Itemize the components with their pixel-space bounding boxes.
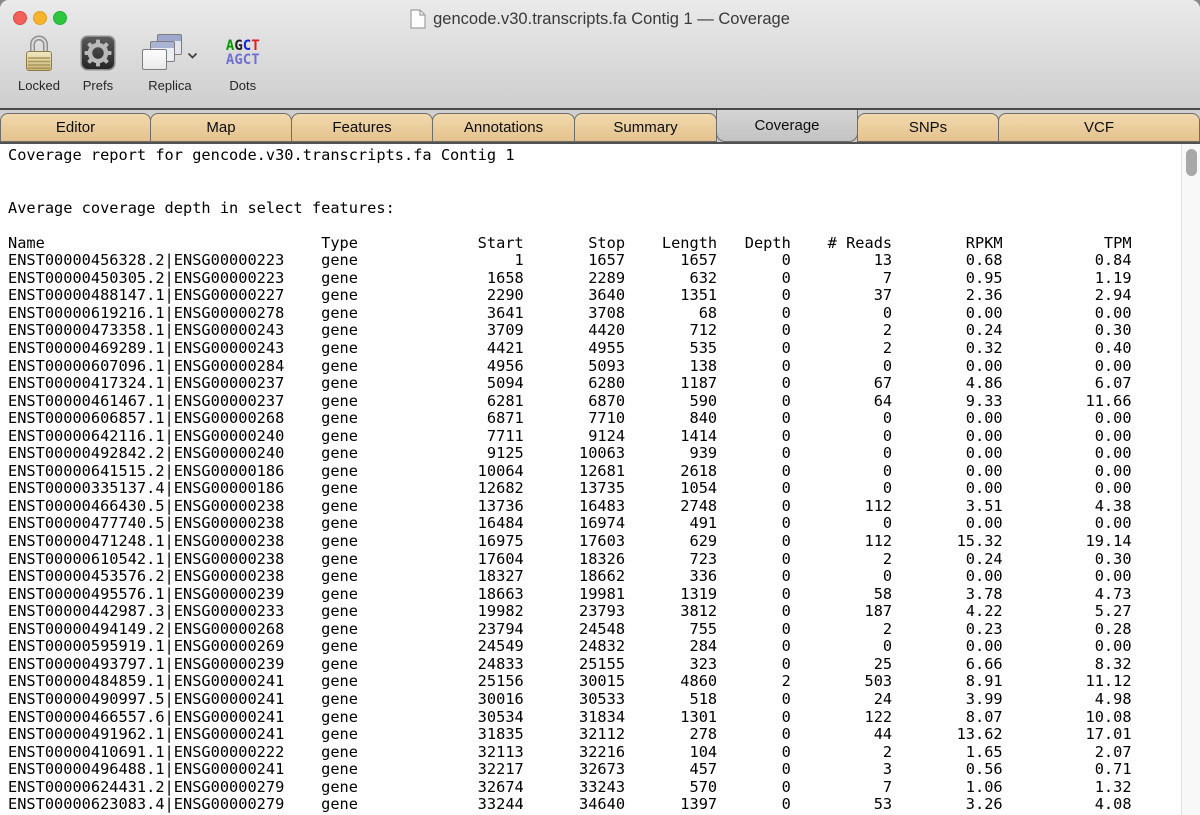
table-row: ENST00000335137.4|ENSG00000186 gene 1268… <box>8 480 1200 498</box>
tab-annotations[interactable]: Annotations <box>432 113 575 142</box>
toolbar-label: Locked <box>18 78 60 93</box>
blank-line <box>8 182 1200 200</box>
titlebar: gencode.v30.transcripts.fa Contig 1 — Co… <box>0 0 1200 30</box>
table-row: ENST00000642116.1|ENSG00000240 gene 7711… <box>8 428 1200 446</box>
table-row: ENST00000469289.1|ENSG00000243 gene 4421… <box>8 340 1200 358</box>
tab-coverage[interactable]: Coverage <box>716 110 858 142</box>
table-row: ENST00000493797.1|ENSG00000239 gene 2483… <box>8 656 1200 674</box>
toolbar: Locked <box>0 30 1200 108</box>
toolbar-label: Prefs <box>83 78 113 93</box>
table-row: ENST00000488147.1|ENSG00000227 gene 2290… <box>8 287 1200 305</box>
table-row: ENST00000623083.4|ENSG00000279 gene 3324… <box>8 796 1200 814</box>
report-title-line: Coverage report for gencode.v30.transcri… <box>8 147 1200 165</box>
toolbar-label: Dots <box>229 78 256 93</box>
app-window: gencode.v30.transcripts.fa Contig 1 — Co… <box>0 0 1200 815</box>
table-row: ENST00000624431.2|ENSG00000279 gene 3267… <box>8 779 1200 797</box>
scrollbar-thumb[interactable] <box>1186 149 1197 176</box>
table-row: ENST00000491962.1|ENSG00000241 gene 3183… <box>8 726 1200 744</box>
table-row: ENST00000490997.5|ENSG00000241 gene 3001… <box>8 691 1200 709</box>
chevron-down-icon[interactable] <box>187 52 198 60</box>
agct-dots-icon: AGCTAGCT <box>226 39 260 67</box>
table-row: ENST00000450305.2|ENSG00000223 gene 1658… <box>8 270 1200 288</box>
tab-summary[interactable]: Summary <box>574 113 717 142</box>
gear-icon <box>80 35 116 71</box>
zoom-button[interactable] <box>53 11 67 25</box>
minimize-button[interactable] <box>33 11 47 25</box>
table-row: ENST00000477740.5|ENSG00000238 gene 1648… <box>8 515 1200 533</box>
table-row: ENST00000595919.1|ENSG00000269 gene 2454… <box>8 638 1200 656</box>
table-row: ENST00000466557.6|ENSG00000241 gene 3053… <box>8 709 1200 727</box>
tab-snps[interactable]: SNPs <box>857 113 999 142</box>
window-chrome: gencode.v30.transcripts.fa Contig 1 — Co… <box>0 0 1200 110</box>
blank-line <box>8 165 1200 183</box>
table-row: ENST00000606857.1|ENSG00000268 gene 6871… <box>8 410 1200 428</box>
table-row: ENST00000492842.2|ENSG00000240 gene 9125… <box>8 445 1200 463</box>
title-area: gencode.v30.transcripts.fa Contig 1 — Co… <box>0 0 1200 34</box>
table-row: ENST00000473358.1|ENSG00000243 gene 3709… <box>8 322 1200 340</box>
table-row: ENST00000466430.5|ENSG00000238 gene 1373… <box>8 498 1200 516</box>
table-row: ENST00000494149.2|ENSG00000268 gene 2379… <box>8 621 1200 639</box>
toolbar-label: Replica <box>148 78 191 93</box>
table-row: ENST00000410691.1|ENSG00000222 gene 3211… <box>8 744 1200 762</box>
table-row: ENST00000453576.2|ENSG00000238 gene 1832… <box>8 568 1200 586</box>
windows-stack-icon <box>142 34 184 72</box>
table-row: ENST00000471248.1|ENSG00000238 gene 1697… <box>8 533 1200 551</box>
coverage-report-view: Coverage report for gencode.v30.transcri… <box>0 144 1200 815</box>
tab-features[interactable]: Features <box>291 113 433 142</box>
tab-map[interactable]: Map <box>150 113 292 142</box>
table-header-row: Name Type Start Stop Length Depth # Read… <box>8 235 1200 253</box>
toolbar-button-locked[interactable]: Locked <box>18 30 60 93</box>
table-row: ENST00000610542.1|ENSG00000238 gene 1760… <box>8 551 1200 569</box>
window-title: gencode.v30.transcripts.fa Contig 1 — Co… <box>433 10 790 29</box>
table-row: ENST00000495576.1|ENSG00000239 gene 1866… <box>8 586 1200 604</box>
tab-editor[interactable]: Editor <box>0 113 151 142</box>
report-section-line: Average coverage depth in select feature… <box>8 200 1200 218</box>
table-row: ENST00000619216.1|ENSG00000278 gene 3641… <box>8 305 1200 323</box>
coverage-report-text: Coverage report for gencode.v30.transcri… <box>0 144 1200 815</box>
toolbar-button-prefs[interactable]: Prefs <box>80 30 116 93</box>
vertical-scrollbar[interactable] <box>1181 144 1200 815</box>
traffic-lights <box>13 11 67 25</box>
table-row: ENST00000417324.1|ENSG00000237 gene 5094… <box>8 375 1200 393</box>
document-icon <box>410 9 426 29</box>
toolbar-button-dots[interactable]: AGCTAGCT Dots <box>226 30 260 93</box>
table-row: ENST00000484859.1|ENSG00000241 gene 2515… <box>8 673 1200 691</box>
table-row: ENST00000461467.1|ENSG00000237 gene 6281… <box>8 393 1200 411</box>
table-row: ENST00000496488.1|ENSG00000241 gene 3221… <box>8 761 1200 779</box>
table-row: ENST00000442987.3|ENSG00000233 gene 1998… <box>8 603 1200 621</box>
lock-icon <box>21 32 57 74</box>
table-row: ENST00000641515.2|ENSG00000186 gene 1006… <box>8 463 1200 481</box>
tab-bar: EditorMapFeaturesAnnotationsSummaryCover… <box>0 110 1200 144</box>
table-row: ENST00000456328.2|ENSG00000223 gene 1 16… <box>8 252 1200 270</box>
tab-vcf[interactable]: VCF <box>998 113 1200 142</box>
toolbar-button-replica[interactable]: Replica <box>142 30 198 93</box>
table-row: ENST00000607096.1|ENSG00000284 gene 4956… <box>8 358 1200 376</box>
close-button[interactable] <box>13 11 27 25</box>
blank-line <box>8 217 1200 235</box>
